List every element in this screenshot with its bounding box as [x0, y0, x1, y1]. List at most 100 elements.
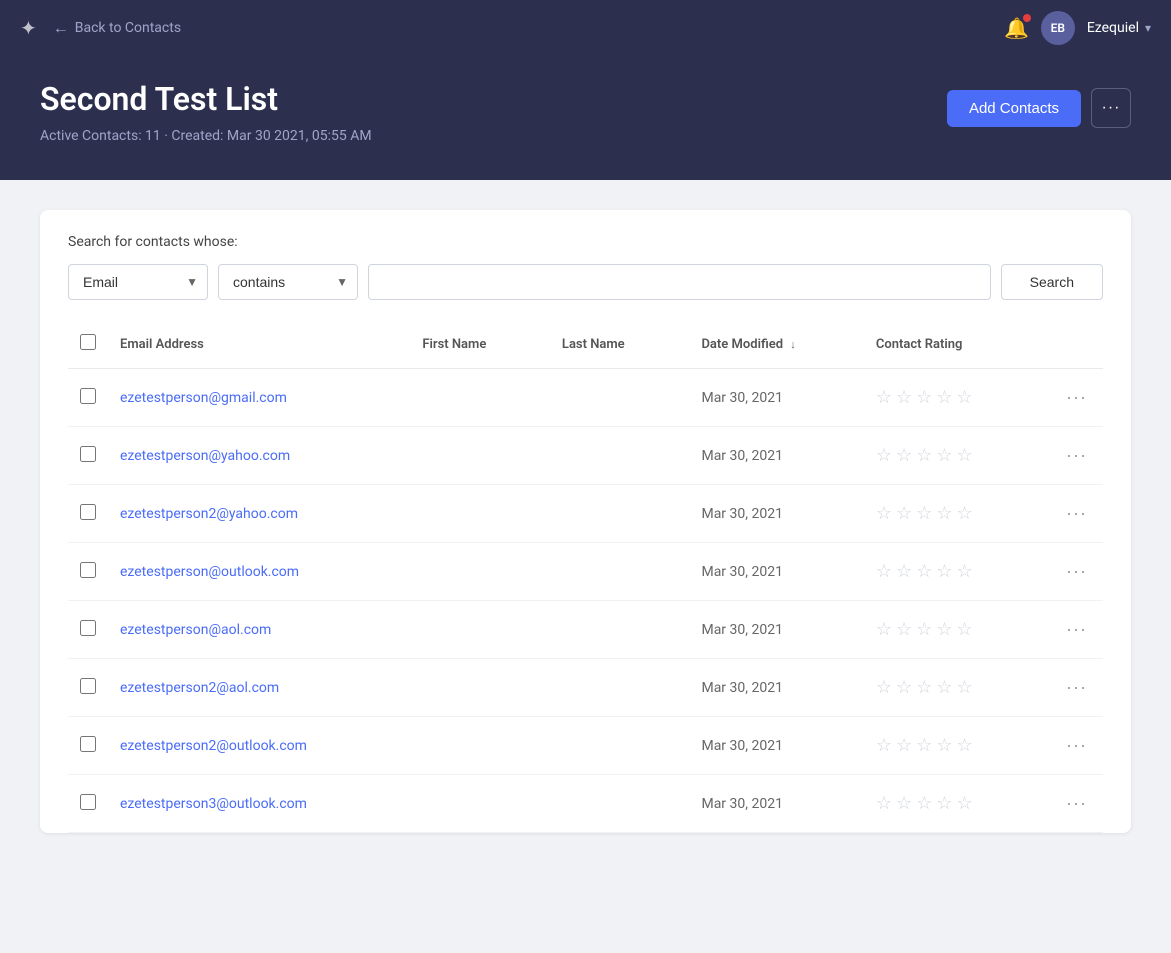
row-actions-button[interactable]: ···: [1062, 499, 1091, 528]
email-link[interactable]: ezetestperson2@aol.com: [120, 680, 279, 696]
star-icon[interactable]: ☆: [876, 503, 892, 524]
row-checkbox-cell: [68, 485, 108, 543]
row-checkbox[interactable]: [80, 794, 96, 810]
star-icon[interactable]: ☆: [956, 677, 972, 698]
field-select-wrapper: Email First Name Last Name ▼: [68, 264, 208, 300]
th-contact-rating[interactable]: Contact Rating: [864, 320, 1050, 369]
email-link[interactable]: ezetestperson3@outlook.com: [120, 796, 307, 812]
row-checkbox[interactable]: [80, 620, 96, 636]
main-content: Search for contacts whose: Email First N…: [0, 180, 1171, 863]
avatar: EB: [1041, 11, 1075, 45]
actions-cell: ···: [1050, 485, 1103, 543]
more-options-button[interactable]: ···: [1091, 88, 1131, 128]
select-all-checkbox[interactable]: [80, 334, 96, 350]
row-actions-button[interactable]: ···: [1062, 557, 1091, 586]
star-icon[interactable]: ☆: [936, 619, 952, 640]
row-checkbox[interactable]: [80, 388, 96, 404]
star-icon[interactable]: ☆: [916, 793, 932, 814]
star-icon[interactable]: ☆: [956, 445, 972, 466]
star-icon[interactable]: ☆: [916, 561, 932, 582]
star-icon[interactable]: ☆: [936, 735, 952, 756]
nav-left: ✦ ← Back to Contacts: [20, 16, 181, 40]
back-to-contacts-link[interactable]: ← Back to Contacts: [53, 18, 181, 38]
field-select[interactable]: Email First Name Last Name: [68, 264, 208, 300]
star-icon[interactable]: ☆: [916, 735, 932, 756]
row-actions-button[interactable]: ···: [1062, 731, 1091, 760]
nav-right: 🔔 EB Ezequiel ▾: [1004, 11, 1151, 45]
condition-select[interactable]: contains equals starts with ends with: [218, 264, 358, 300]
add-contacts-button[interactable]: Add Contacts: [947, 90, 1081, 127]
condition-select-wrapper: contains equals starts with ends with ▼: [218, 264, 358, 300]
star-icon[interactable]: ☆: [896, 561, 912, 582]
star-icon[interactable]: ☆: [956, 503, 972, 524]
row-checkbox[interactable]: [80, 562, 96, 578]
star-icon[interactable]: ☆: [956, 619, 972, 640]
star-icon[interactable]: ☆: [876, 445, 892, 466]
row-checkbox[interactable]: [80, 504, 96, 520]
star-icon[interactable]: ☆: [916, 619, 932, 640]
firstname-cell: [410, 717, 550, 775]
th-firstname[interactable]: First Name: [410, 320, 550, 369]
star-icon[interactable]: ☆: [876, 387, 892, 408]
star-icon[interactable]: ☆: [896, 677, 912, 698]
row-checkbox[interactable]: [80, 678, 96, 694]
lastname-cell: [550, 601, 690, 659]
th-date-modified[interactable]: Date Modified ↓: [689, 320, 863, 369]
star-icon[interactable]: ☆: [896, 445, 912, 466]
firstname-cell: [410, 427, 550, 485]
star-icon[interactable]: ☆: [916, 445, 932, 466]
star-icon[interactable]: ☆: [916, 677, 932, 698]
star-icon[interactable]: ☆: [876, 619, 892, 640]
star-icon[interactable]: ☆: [936, 561, 952, 582]
search-input[interactable]: [368, 264, 991, 300]
star-icon[interactable]: ☆: [956, 387, 972, 408]
row-checkbox-cell: [68, 659, 108, 717]
star-icon[interactable]: ☆: [896, 619, 912, 640]
star-icon[interactable]: ☆: [916, 387, 932, 408]
star-icon[interactable]: ☆: [896, 735, 912, 756]
actions-cell: ···: [1050, 427, 1103, 485]
search-button[interactable]: Search: [1001, 264, 1103, 300]
row-actions-button[interactable]: ···: [1062, 789, 1091, 818]
date-cell: Mar 30, 2021: [689, 369, 863, 427]
email-link[interactable]: ezetestperson2@outlook.com: [120, 738, 307, 754]
star-icon[interactable]: ☆: [936, 445, 952, 466]
star-icon[interactable]: ☆: [896, 793, 912, 814]
star-icon[interactable]: ☆: [876, 677, 892, 698]
th-email[interactable]: Email Address: [108, 320, 410, 369]
email-link[interactable]: ezetestperson@outlook.com: [120, 564, 299, 580]
email-link[interactable]: ezetestperson@gmail.com: [120, 390, 287, 406]
email-link[interactable]: ezetestperson@yahoo.com: [120, 448, 290, 464]
row-actions-button[interactable]: ···: [1062, 383, 1091, 412]
user-menu[interactable]: Ezequiel ▾: [1087, 20, 1151, 36]
star-icon[interactable]: ☆: [956, 735, 972, 756]
star-icon[interactable]: ☆: [936, 677, 952, 698]
notification-bell[interactable]: 🔔: [1004, 16, 1029, 40]
star-icon[interactable]: ☆: [876, 793, 892, 814]
rating-cell: ☆☆☆☆☆: [864, 427, 1050, 485]
star-icon[interactable]: ☆: [896, 503, 912, 524]
actions-cell: ···: [1050, 659, 1103, 717]
email-link[interactable]: ezetestperson2@yahoo.com: [120, 506, 298, 522]
star-icon[interactable]: ☆: [956, 793, 972, 814]
search-card: Search for contacts whose: Email First N…: [40, 210, 1131, 833]
star-icon[interactable]: ☆: [936, 503, 952, 524]
star-icon[interactable]: ☆: [876, 735, 892, 756]
star-icon[interactable]: ☆: [936, 793, 952, 814]
star-icon[interactable]: ☆: [876, 561, 892, 582]
star-icon[interactable]: ☆: [916, 503, 932, 524]
page-header: Second Test List Active Contacts: 11 · C…: [0, 56, 1171, 180]
row-checkbox-cell: [68, 717, 108, 775]
search-label: Search for contacts whose:: [68, 234, 1103, 250]
star-icon[interactable]: ☆: [896, 387, 912, 408]
star-icon[interactable]: ☆: [936, 387, 952, 408]
row-checkbox[interactable]: [80, 736, 96, 752]
th-lastname[interactable]: Last Name: [550, 320, 690, 369]
star-icon[interactable]: ☆: [956, 561, 972, 582]
row-checkbox[interactable]: [80, 446, 96, 462]
email-link[interactable]: ezetestperson@aol.com: [120, 622, 271, 638]
row-actions-button[interactable]: ···: [1062, 441, 1091, 470]
row-actions-button[interactable]: ···: [1062, 673, 1091, 702]
row-actions-button[interactable]: ···: [1062, 615, 1091, 644]
row-checkbox-cell: [68, 601, 108, 659]
